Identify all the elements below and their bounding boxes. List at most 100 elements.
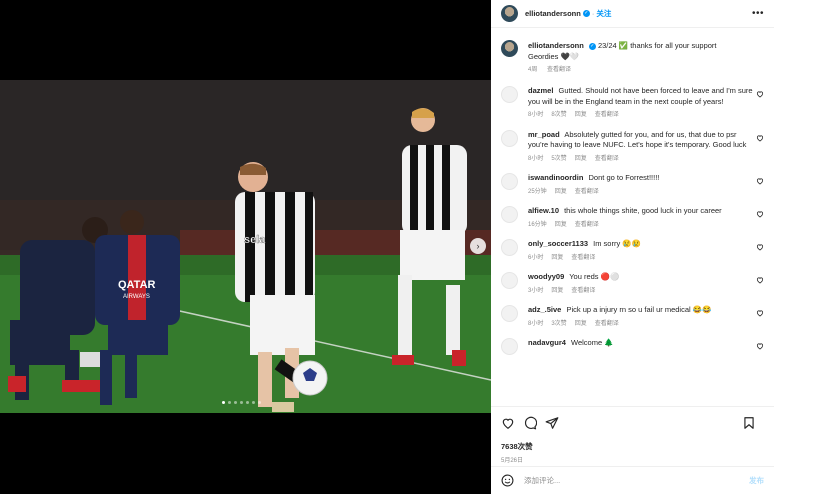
carousel-dot <box>222 401 225 404</box>
translate-link[interactable]: 查看翻译 <box>571 288 595 294</box>
commenter-avatar[interactable] <box>501 129 518 147</box>
comment-time: 25分钟 <box>528 188 547 195</box>
comment-text: Absolutely gutted for you, and for us, t… <box>528 129 747 150</box>
post-date: 5月26日 <box>501 458 524 464</box>
comment-item: only_soccer1133 Im sorry 😢😢 6小时 回复 查看翻译 <box>501 239 764 263</box>
commenter-username[interactable]: woodyy09 <box>528 272 564 281</box>
commenter-avatar[interactable] <box>501 272 518 289</box>
comment-like-heart-icon[interactable] <box>756 177 764 185</box>
reply-button[interactable]: 回复 <box>551 288 563 294</box>
add-comment-bar: 发布 <box>491 466 774 494</box>
author-avatar[interactable] <box>501 5 518 22</box>
svg-text:sela: sela <box>244 234 266 246</box>
comments-list[interactable]: elliotandersonn ✓ 23/24 ✅ thanks for all … <box>491 28 774 406</box>
comment-text: You reds 🔴⚪ <box>569 272 620 281</box>
comment-input[interactable] <box>524 476 724 485</box>
comment-time: 8小时 <box>528 320 544 327</box>
translate-link[interactable]: 查看翻译 <box>595 156 619 162</box>
page-margin <box>774 0 819 494</box>
comment-like-heart-icon[interactable] <box>756 210 764 218</box>
translate-link[interactable]: 查看翻译 <box>571 255 595 261</box>
caption-translate-link[interactable]: 查看翻译 <box>547 67 571 73</box>
commenter-username[interactable]: nadavgur4 <box>528 338 566 347</box>
comment-text: Gutted. Should not have been forced to l… <box>528 86 753 106</box>
comment-item: nadavgur4 Welcome 🌲 <box>501 338 764 355</box>
svg-text:AIRWAYS: AIRWAYS <box>123 294 150 300</box>
comment-text: Pick up a injury rn so u fail ur medical… <box>566 305 712 314</box>
comment-text: Dont go to Forrest!!!!! <box>588 173 660 182</box>
emoji-icon[interactable] <box>501 474 514 487</box>
post-header: elliotandersonn ✓ · 关注 ••• <box>491 0 774 28</box>
translate-link[interactable]: 查看翻译 <box>575 222 599 228</box>
separator-dot: · <box>591 9 595 18</box>
next-image-button[interactable]: › <box>470 238 486 254</box>
carousel-dot <box>240 401 243 404</box>
reply-button[interactable]: 回复 <box>551 255 563 261</box>
comment-text: Im sorry 😢😢 <box>593 239 641 248</box>
follow-button[interactable]: 关注 <box>596 8 611 19</box>
caption-avatar[interactable] <box>501 40 518 57</box>
commenter-username[interactable]: iswandinoordin <box>528 173 583 182</box>
likes-count[interactable]: 7638次赞 <box>501 441 764 452</box>
comment-time: 8小时 <box>528 112 544 118</box>
comment-like-heart-icon[interactable] <box>756 90 764 98</box>
commenter-username[interactable]: alfiew.10 <box>528 206 559 215</box>
svg-text:QATAR: QATAR <box>118 279 156 291</box>
commenter-username[interactable]: only_soccer1133 <box>528 239 588 248</box>
comment-like-heart-icon[interactable] <box>756 243 764 251</box>
comment-item: woodyy09 You reds 🔴⚪ 3小时 回复 查看翻译 <box>501 272 764 296</box>
commenter-avatar[interactable] <box>501 239 518 256</box>
reply-button[interactable]: 回复 <box>555 189 567 195</box>
commenter-username[interactable]: adz_.5ive <box>528 305 561 314</box>
reply-button[interactable]: 回复 <box>575 112 587 118</box>
comment-time: 8小时 <box>528 155 544 162</box>
post-comment-button[interactable]: 发布 <box>749 475 764 486</box>
commenter-avatar[interactable] <box>501 173 518 190</box>
reply-button[interactable]: 回复 <box>555 222 567 228</box>
post-caption: elliotandersonn ✓ 23/24 ✅ thanks for all … <box>501 40 764 76</box>
post-panel: elliotandersonn ✓ · 关注 ••• elliotanderso… <box>491 0 774 494</box>
caption-username[interactable]: elliotandersonn <box>528 41 584 50</box>
comment-item: dazmel Gutted. Should not have been forc… <box>501 86 764 121</box>
comment-like-heart-icon[interactable] <box>756 309 764 317</box>
commenter-avatar[interactable] <box>501 305 518 322</box>
caption-time: 4周 <box>528 67 538 73</box>
carousel-dot <box>252 401 255 404</box>
commenter-avatar[interactable] <box>501 86 518 103</box>
comment-likes[interactable]: 5次赞 <box>551 156 566 162</box>
commenter-username[interactable]: dazmel <box>528 86 553 95</box>
carousel-dot <box>228 401 231 404</box>
comment-item: alfiew.10 this whole things shite, good … <box>501 206 764 230</box>
like-heart-icon[interactable] <box>501 416 515 430</box>
commenter-username[interactable]: mr_poad <box>528 130 560 139</box>
translate-link[interactable]: 查看翻译 <box>575 189 599 195</box>
comment-time: 6小时 <box>528 254 544 261</box>
comment-likes[interactable]: 3次赞 <box>551 321 566 327</box>
reply-button[interactable]: 回复 <box>575 156 587 162</box>
comment-item: mr_poad Absolutely gutted for you, and f… <box>501 129 764 165</box>
comment-icon[interactable] <box>523 416 537 430</box>
more-options-icon[interactable]: ••• <box>752 8 764 19</box>
reply-button[interactable]: 回复 <box>575 321 587 327</box>
translate-link[interactable]: 查看翻译 <box>595 321 619 327</box>
translate-link[interactable]: 查看翻译 <box>595 112 619 118</box>
comment-time: 16分钟 <box>528 221 547 228</box>
post-actions: 7638次赞 5月26日 <box>491 406 774 466</box>
football-match-photo: QATAR AIRWAYS sela <box>0 80 491 413</box>
comment-text: this whole things shite, good luck in yo… <box>564 206 722 215</box>
commenter-avatar[interactable] <box>501 338 518 355</box>
comment-like-heart-icon[interactable] <box>756 134 764 142</box>
carousel-dots <box>222 401 261 404</box>
comment-time: 3小时 <box>528 287 544 294</box>
author-username[interactable]: elliotandersonn <box>525 9 581 18</box>
bookmark-icon[interactable] <box>742 416 756 430</box>
comment-likes[interactable]: 8次赞 <box>551 112 566 118</box>
comment-item: adz_.5ive Pick up a injury rn so u fail … <box>501 305 764 329</box>
verified-badge-icon: ✓ <box>588 42 596 50</box>
comment-like-heart-icon[interactable] <box>756 276 764 284</box>
comment-like-heart-icon[interactable] <box>756 342 764 350</box>
share-icon[interactable] <box>545 416 559 430</box>
commenter-avatar[interactable] <box>501 206 518 223</box>
post-media-area: QATAR AIRWAYS sela › <box>0 0 491 494</box>
verified-badge-icon: ✓ <box>582 10 590 17</box>
